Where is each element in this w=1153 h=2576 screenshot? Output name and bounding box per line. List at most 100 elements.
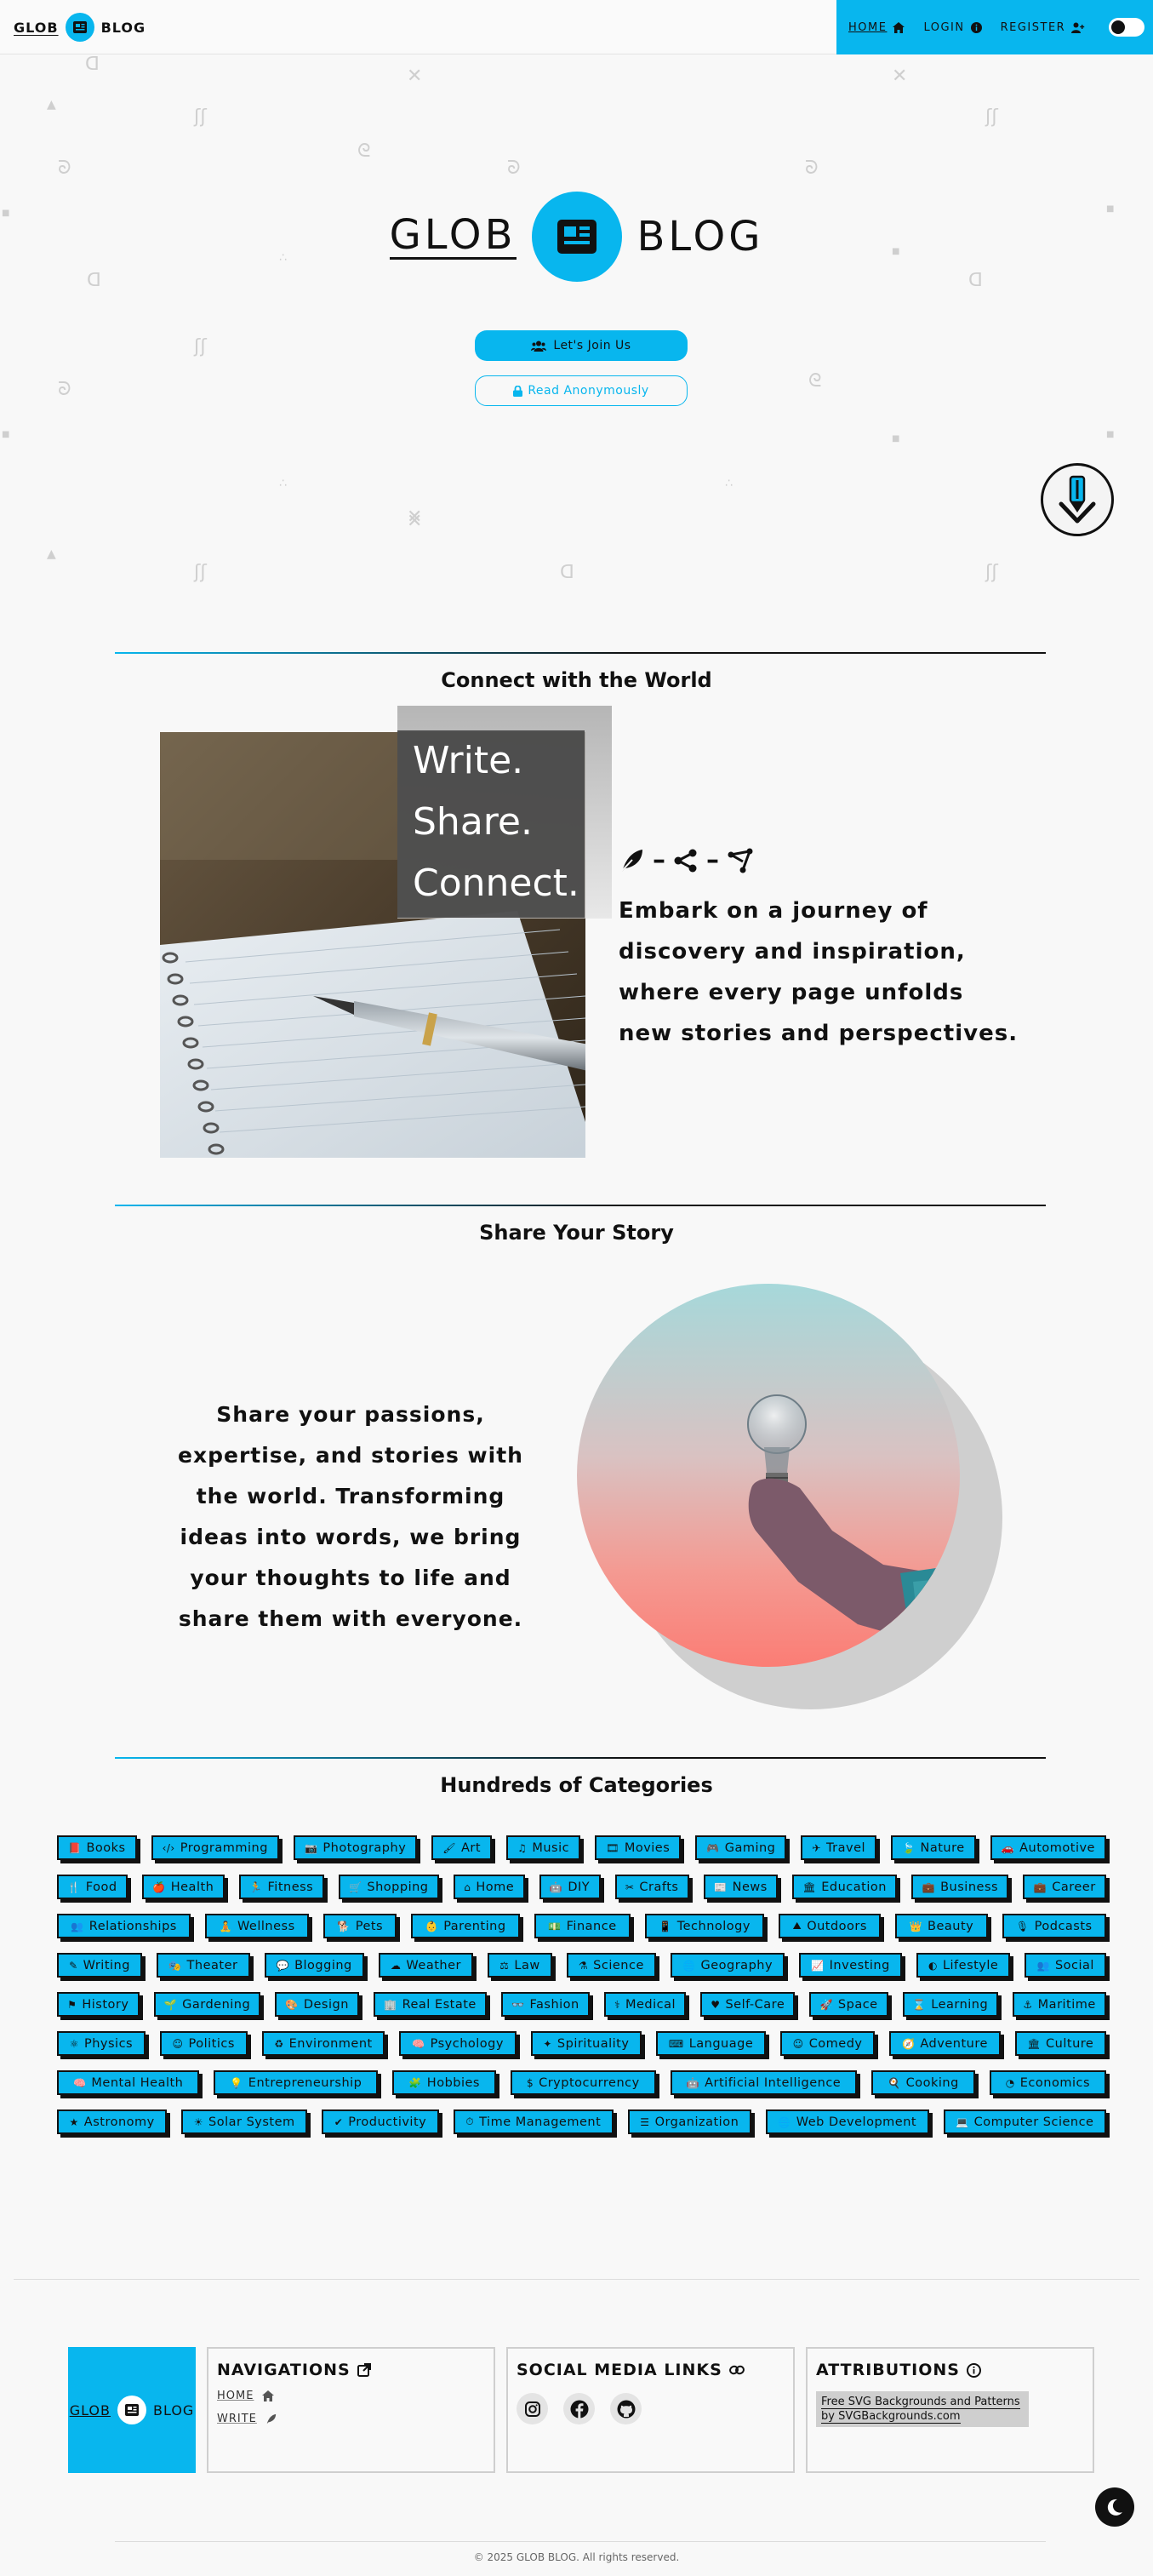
category-button[interactable]: 👥 Social	[1025, 1953, 1107, 1978]
category-button[interactable]: 💼 Career	[1023, 1875, 1107, 1899]
category-label: Cryptocurrency	[539, 2075, 640, 2090]
category-button[interactable]: 🏢 Real Estate	[374, 1992, 487, 2017]
category-button[interactable]: ☀ Solar System	[181, 2109, 308, 2134]
category-button[interactable]: ⚗ Science	[566, 1953, 656, 1978]
category-icon: ⌛	[912, 1998, 927, 2011]
category-button[interactable]: ✔ Productivity	[322, 2109, 439, 2134]
category-button[interactable]: 🧘 Wellness	[205, 1914, 309, 1938]
category-button[interactable]: ⚖ Law	[488, 1953, 552, 1978]
category-button[interactable]: 📱 Technology	[644, 1914, 765, 1938]
theme-toggle[interactable]	[1109, 18, 1145, 37]
category-button[interactable]: 🍳 Cooking	[871, 2070, 975, 2095]
category-button[interactable]: 📕 Books	[57, 1835, 137, 1860]
category-button[interactable]: 👶 Parenting	[411, 1914, 520, 1938]
category-button[interactable]: 🏛 Education	[792, 1875, 898, 1899]
category-button[interactable]: ⌨ Language	[656, 2031, 766, 2056]
category-button[interactable]: ⚕ Medical	[603, 1992, 687, 2017]
category-button[interactable]: ✦ Spirituality	[530, 2031, 642, 2056]
hero-section: ᗡ ✕ ▲ ʃʃ ᘓ ᘐ ᘐ ■ ᗡ ∴ ʃʃ ᘐ ■ ∴ ✕ ʃʃ ▲ ■ ✕…	[0, 55, 1153, 600]
category-button[interactable]: ☺ Comedy	[779, 2031, 876, 2056]
attribution-note[interactable]: Free SVG Backgrounds and Patterns by SVG…	[816, 2391, 1029, 2427]
category-button[interactable]: ⚓ Maritime	[1013, 1992, 1106, 2017]
category-button[interactable]: 🤖 Artificial Intelligence	[670, 2070, 858, 2095]
category-button[interactable]: 💵 Finance	[534, 1914, 631, 1938]
read-anonymously-button[interactable]: Read Anonymously	[475, 375, 688, 406]
category-button[interactable]: 🛒 Shopping	[338, 1875, 439, 1899]
category-button[interactable]: 🎙 Podcasts	[1002, 1914, 1106, 1938]
category-button[interactable]: 📰 News	[703, 1875, 779, 1899]
category-button[interactable]: 👑 Beauty	[895, 1914, 988, 1938]
category-button[interactable]: 💻 Computer Science	[943, 2109, 1106, 2134]
category-button[interactable]: 🚀 Space	[809, 1992, 888, 2017]
category-icon: 📱	[659, 1920, 672, 1932]
category-button[interactable]: ✈ Travel	[801, 1835, 877, 1860]
category-button[interactable]: ⌛ Learning	[902, 1992, 999, 2017]
category-button[interactable]: 🍴 Food	[57, 1875, 128, 1899]
category-button[interactable]: 🍎 Health	[141, 1875, 225, 1899]
category-button[interactable]: ◔ Economics	[989, 2070, 1106, 2095]
footer-logo[interactable]: GLOB BLOG	[68, 2347, 196, 2473]
nav-register-link[interactable]: REGISTER	[1001, 21, 1086, 34]
facebook-icon[interactable]	[563, 2393, 595, 2424]
category-button[interactable]: ⏱ Time Management	[453, 2109, 614, 2134]
dark-mode-button[interactable]	[1095, 2487, 1134, 2527]
category-button[interactable]: 🧠 Psychology	[399, 2031, 517, 2056]
category-button[interactable]: 👓 Fashion	[500, 1992, 590, 2017]
category-button[interactable]: ⚛ Physics	[57, 2031, 146, 2056]
journey-icons: – –	[619, 845, 753, 875]
category-label: Art	[461, 1840, 482, 1855]
category-button[interactable]: 📈 Investing	[799, 1953, 902, 1978]
footer-home-link[interactable]: HOME	[217, 2390, 485, 2402]
category-button[interactable]: ☺ Politics	[159, 2031, 248, 2056]
category-button[interactable]: 🧠 Mental Health	[57, 2070, 200, 2095]
category-button[interactable]: 🌐 Web Development	[765, 2109, 929, 2134]
brand-link[interactable]: GLOB BLOG	[14, 12, 146, 43]
category-button[interactable]: 💼 Business	[911, 1875, 1009, 1899]
category-button[interactable]: ☁ Weather	[378, 1953, 474, 1978]
category-button[interactable]: 🏛 Culture	[1014, 2031, 1107, 2056]
category-button[interactable]: ♫ Music	[506, 1835, 581, 1860]
category-button[interactable]: 🍃 Nature	[891, 1835, 976, 1860]
category-button[interactable]: 💡 Entrepreneurship	[214, 2070, 379, 2095]
nav-home-link[interactable]: HOME	[848, 21, 905, 34]
category-button[interactable]: 🚗 Automotive	[990, 1835, 1106, 1860]
category-button[interactable]: ☰ Organization	[627, 2109, 751, 2134]
category-button[interactable]: 🌱 Gardening	[153, 1992, 261, 2017]
category-button[interactable]: 🤖 DIY	[539, 1875, 601, 1899]
category-button[interactable]: ♥ Self-Care	[700, 1992, 796, 2017]
category-button[interactable]: 🎨 Design	[275, 1992, 360, 2017]
category-button[interactable]: 📷 Photography	[293, 1835, 418, 1860]
category-button[interactable]: 🎞 Movies	[595, 1835, 682, 1860]
category-button[interactable]: ✎ Writing	[57, 1953, 143, 1978]
scroll-down-button[interactable]	[1041, 463, 1114, 536]
category-button[interactable]: ⛰ Outdoors	[779, 1914, 882, 1938]
github-icon[interactable]	[610, 2393, 642, 2424]
category-button[interactable]: 🎭 Theater	[157, 1953, 250, 1978]
category-button[interactable]: 🧭 Adventure	[889, 2031, 1001, 2056]
category-button[interactable]: 🧩 Hobbies	[392, 2070, 496, 2095]
category-button[interactable]: 🌐 Geography	[670, 1953, 785, 1978]
category-button[interactable]: 🐕 Pets	[322, 1914, 397, 1938]
category-button[interactable]: $ Cryptocurrency	[510, 2070, 656, 2095]
category-button[interactable]: 🏃 Fitness	[238, 1875, 324, 1899]
category-icon: ✔	[334, 2115, 344, 2128]
category-button[interactable]: ♻ Environment	[261, 2031, 385, 2056]
nav-login-link[interactable]: LOGIN	[923, 21, 982, 34]
share-description: Share your passions, expertise, and stor…	[178, 1402, 523, 1631]
category-label: Adventure	[920, 2036, 988, 2051]
category-button[interactable]: 🎮 Gaming	[695, 1835, 787, 1860]
category-label: Photography	[322, 1840, 407, 1855]
category-button[interactable]: 👥 Relationships	[57, 1914, 191, 1938]
category-button[interactable]: ⚑ History	[57, 1992, 140, 2017]
join-us-button[interactable]: Let's Join Us	[475, 330, 688, 361]
category-button[interactable]: ✂ Crafts	[614, 1875, 689, 1899]
footer-write-link[interactable]: WRITE	[217, 2413, 485, 2425]
instagram-icon[interactable]	[517, 2393, 548, 2424]
category-button[interactable]: ◐ Lifestyle	[916, 1953, 1011, 1978]
category-button[interactable]: ★ Astronomy	[57, 2109, 168, 2134]
category-button[interactable]: 🖌 Art	[431, 1835, 493, 1860]
category-button[interactable]: ⌂ Home	[453, 1875, 525, 1899]
category-icon: 🌱	[163, 1998, 178, 2011]
category-button[interactable]: ‹/› Programming	[151, 1835, 279, 1860]
category-button[interactable]: 💬 Blogging	[264, 1953, 364, 1978]
